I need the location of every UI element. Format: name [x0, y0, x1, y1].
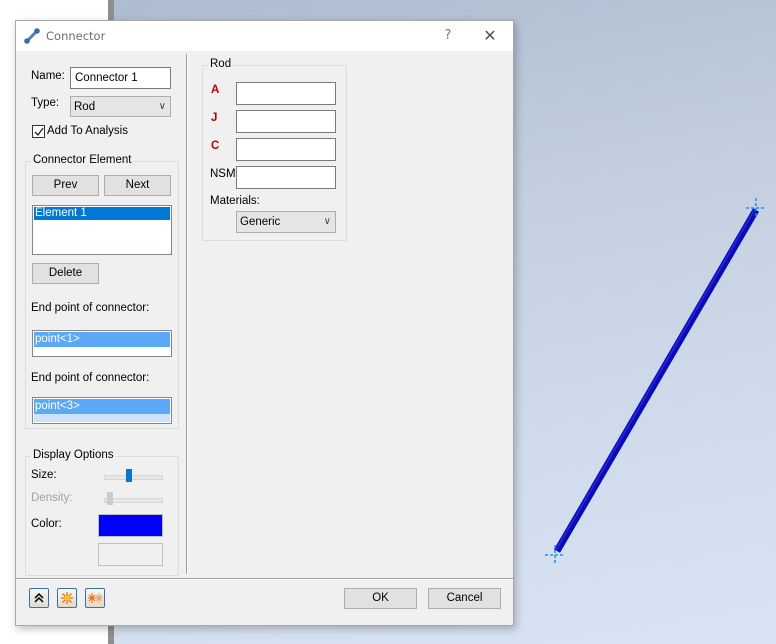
footer-separator: [16, 578, 513, 580]
color-label: Color:: [31, 518, 62, 530]
name-label: Name:: [31, 70, 65, 82]
cancel-button[interactable]: Cancel: [428, 588, 501, 609]
nsm-input[interactable]: [236, 166, 336, 189]
end-point-2-value[interactable]: point<3>: [34, 399, 170, 414]
size-label: Size:: [31, 469, 57, 481]
element-list-item[interactable]: Element 1: [34, 207, 170, 220]
a-label: A: [211, 84, 220, 96]
ok-button[interactable]: OK: [344, 588, 417, 609]
close-button[interactable]: ✕: [478, 25, 502, 47]
element-list[interactable]: Element 1: [32, 205, 172, 255]
prev-button[interactable]: Prev: [32, 175, 99, 196]
connector-rod[interactable]: [553, 208, 760, 553]
materials-label: Materials:: [210, 195, 260, 207]
density-slider-track: [104, 498, 163, 503]
type-select-value: Rod: [74, 101, 96, 113]
dialog-title: Connector: [46, 29, 106, 43]
checkmark-icon: [34, 127, 44, 137]
name-input[interactable]: Connector 1: [70, 67, 171, 89]
materials-select-value: Generic: [240, 216, 281, 228]
type-label: Type:: [31, 97, 60, 109]
next-button[interactable]: Next: [104, 175, 171, 196]
explode-icon: [61, 592, 73, 604]
secondary-color-button[interactable]: [98, 543, 163, 566]
explode-button[interactable]: [57, 588, 77, 608]
nsm-label: NSM:: [210, 168, 239, 180]
connector-element-title: Connector Element: [31, 154, 134, 166]
collapse-button[interactable]: [29, 588, 49, 608]
display-options-title: Display Options: [31, 449, 116, 461]
end-point-2-list-remainder: [34, 414, 170, 422]
connector-element-group: Connector Element: [25, 154, 179, 429]
connector-dialog: Connector ? ✕ Name: Connector 1 Type: Ro…: [15, 20, 514, 626]
j-input[interactable]: [236, 110, 336, 133]
j-label: J: [211, 112, 218, 124]
end-point-1-label: End point of connector:: [31, 302, 150, 314]
chevron-down-icon: ∨: [323, 216, 331, 227]
end-point-1-list[interactable]: point<1>: [32, 330, 172, 357]
rod-group-title: Rod: [208, 58, 234, 70]
c-input[interactable]: [236, 138, 336, 161]
color-swatch[interactable]: [98, 514, 163, 537]
density-label: Density:: [31, 492, 73, 504]
collapse-icon: [34, 592, 44, 603]
end-point-2-list[interactable]: point<3>: [32, 397, 172, 424]
density-slider-thumb: [106, 492, 113, 505]
c-label: C: [211, 140, 220, 152]
connector-icon: [24, 28, 40, 44]
chevron-down-icon: ∨: [158, 101, 166, 112]
help-button[interactable]: ?: [436, 26, 460, 46]
title-bar[interactable]: Connector ? ✕: [16, 21, 513, 51]
delete-button[interactable]: Delete: [32, 263, 99, 284]
end-point-1-value[interactable]: point<1>: [34, 332, 170, 347]
connector-rod-highlight: [555, 208, 756, 551]
size-slider-track[interactable]: [104, 475, 163, 480]
type-select[interactable]: Rod ∨: [70, 96, 171, 117]
explode-all-button[interactable]: [85, 588, 105, 608]
end-point-2-label: End point of connector:: [31, 372, 150, 384]
add-to-analysis-checkbox[interactable]: [32, 125, 45, 138]
a-input[interactable]: [236, 82, 336, 105]
size-slider-thumb[interactable]: [126, 469, 133, 482]
add-to-analysis-label[interactable]: Add To Analysis: [47, 125, 128, 137]
explode-all-icon: [88, 593, 103, 603]
vertical-separator: [186, 54, 188, 574]
endpoint-marker-top[interactable]: [746, 198, 766, 218]
materials-select[interactable]: Generic ∨: [236, 211, 336, 233]
